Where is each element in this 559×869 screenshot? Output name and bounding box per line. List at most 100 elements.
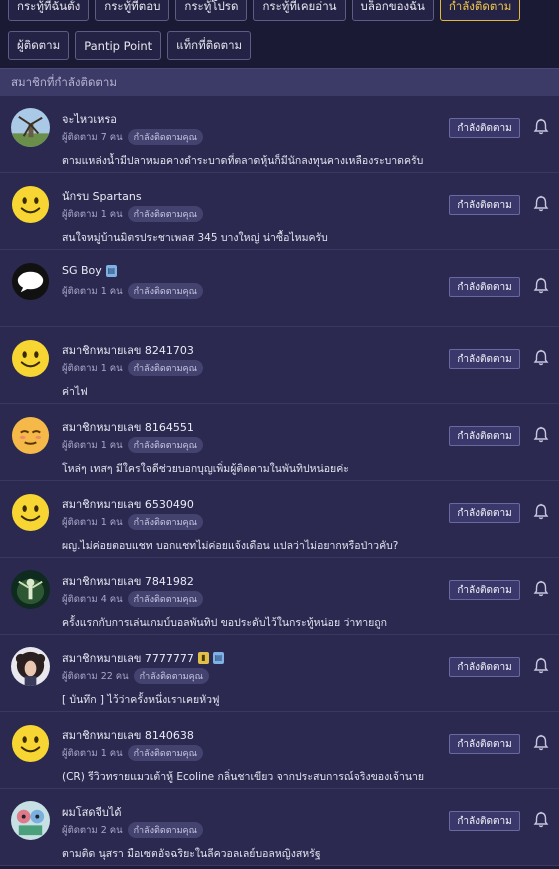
follows-you-badge: กำลังติดตามคุณ (127, 822, 203, 838)
avatar[interactable] (11, 724, 50, 763)
following-button[interactable]: กำลังติดตาม (449, 811, 520, 831)
avatar[interactable] (11, 493, 50, 532)
bell-icon[interactable] (533, 277, 549, 295)
member-name-line: นักรบ Spartans (62, 187, 142, 205)
top-tab-bar: กระทู้ที่ฉันตั้ง กระทู้ที่ตอบ กระทู้โปรด กร… (0, 0, 559, 68)
follows-you-badge: กำลังติดตามคุณ (127, 206, 203, 222)
member-name[interactable]: SG Boy (62, 264, 102, 277)
member-name-line: สมาชิกหมายเลข 6530490 (62, 495, 194, 513)
latest-topic-link[interactable]: ตามแหล่งน้ำมีปลาหมอคางดำระบาดที่ตลาดหุ้น… (62, 152, 423, 169)
follower-count: ผู้ติดตาม 1 คน (62, 516, 123, 528)
member-row[interactable]: สมาชิกหมายเลข 7777777 ▮ ▤ ผู้ติดตาม 22 คน กำ… (0, 635, 559, 712)
member-name[interactable]: สมาชิกหมายเลข 8164551 (62, 418, 194, 436)
latest-topic-link[interactable]: ผญ.ไม่ค่อยตอบแชท บอกแชทไม่ค่อยแจ้งเดือน … (62, 537, 398, 554)
bell-icon[interactable] (533, 734, 549, 752)
member-name[interactable]: สมาชิกหมายเลข 7777777 (62, 649, 194, 667)
member-meta: ผู้ติดตาม 4 คน กำลังติดตามคุณ (62, 591, 203, 607)
avatar[interactable] (11, 647, 50, 686)
bell-icon[interactable] (533, 195, 549, 213)
member-row[interactable]: SG Boy ▤ ผู้ติดตาม 1 คน กำลังติดตามคุณ กำลัง… (0, 250, 559, 327)
avatar[interactable] (11, 339, 50, 378)
following-button[interactable]: กำลังติดตาม (449, 503, 520, 523)
follower-count: ผู้ติดตาม 22 คน (62, 670, 129, 682)
avatar[interactable] (11, 108, 50, 147)
member-name[interactable]: จะไหวเหรอ (62, 110, 117, 128)
latest-topic-link[interactable]: โหล่ๆ เทสๆ มีใครใจดีช่วยบอกบุญเพิ่มผู้ติ… (62, 460, 349, 477)
member-meta: ผู้ติดตาม 1 คน กำลังติดตามคุณ (62, 745, 203, 761)
latest-topic-link[interactable]: ครั้งแรกกับการเล่นเกมบ์บอลพันทิป ขอประดั… (62, 614, 387, 631)
following-button[interactable]: กำลังติดตาม (449, 277, 520, 297)
following-button[interactable]: กำลังติดตาม (449, 580, 520, 600)
tab-row-primary: กระทู้ที่ฉันตั้ง กระทู้ที่ตอบ กระทู้โปรด กร… (8, 0, 521, 21)
member-meta: ผู้ติดตาม 22 คน กำลังติดตามคุณ (62, 668, 209, 684)
following-button[interactable]: กำลังติดตาม (449, 657, 520, 677)
follower-count: ผู้ติดตาม 1 คน (62, 439, 123, 451)
follows-you-badge: กำลังติดตามคุณ (127, 591, 203, 607)
member-name-line: สมาชิกหมายเลข 7841982 (62, 572, 194, 590)
following-button[interactable]: กำลังติดตาม (449, 195, 520, 215)
tab-3[interactable]: กระทู้โปรด (175, 0, 248, 21)
bell-icon[interactable] (533, 580, 549, 598)
avatar[interactable] (11, 570, 50, 609)
following-button[interactable]: กำลังติดตาม (449, 349, 520, 369)
avatar[interactable] (11, 185, 50, 224)
follows-you-badge: กำลังติดตามคุณ (133, 668, 209, 684)
avatar[interactable] (11, 416, 50, 455)
bell-icon[interactable] (533, 426, 549, 444)
tab-secondary-2[interactable]: Pantip Point (75, 31, 162, 60)
follower-count: ผู้ติดตาม 1 คน (62, 362, 123, 374)
member-name[interactable]: ผมโสดจีบได้ (62, 803, 122, 821)
latest-topic-link[interactable]: (CR) รีวิวทรายแมวเต้าหู้ Ecoline กลิ่นชา… (62, 768, 424, 785)
tab-6[interactable]: กำลังติดตาม (439, 0, 521, 21)
member-name-line: จะไหวเหรอ (62, 110, 117, 128)
member-name[interactable]: สมาชิกหมายเลข 7841982 (62, 572, 194, 590)
follower-count: ผู้ติดตาม 1 คน (62, 747, 123, 759)
follows-you-badge: กำลังติดตามคุณ (127, 360, 203, 376)
member-name[interactable]: สมาชิกหมายเลข 6530490 (62, 495, 194, 513)
tab-secondary-1[interactable]: ผู้ติดตาม (8, 31, 70, 60)
follows-you-badge: กำลังติดตามคุณ (127, 283, 203, 299)
avatar[interactable] (11, 262, 50, 301)
member-row[interactable]: ผมโสดจีบได้ผู้ติดตาม 2 คน กำลังติดตามคุณต… (0, 789, 559, 866)
bell-icon[interactable] (533, 349, 549, 367)
member-name[interactable]: นักรบ Spartans (62, 187, 142, 205)
following-button[interactable]: กำลังติดตาม (449, 426, 520, 446)
tab-5[interactable]: บล็อกของฉัน (351, 0, 434, 21)
follows-you-badge: กำลังติดตามคุณ (127, 437, 203, 453)
member-meta: ผู้ติดตาม 1 คน กำลังติดตามคุณ (62, 437, 203, 453)
member-row[interactable]: สมาชิกหมายเลข 6530490 ผู้ติดตาม 1 คน กำลัง… (0, 481, 559, 558)
follows-you-badge: กำลังติดตามคุณ (127, 745, 203, 761)
tab-4[interactable]: กระทู้ที่เคยอ่าน (253, 0, 346, 21)
bell-icon[interactable] (533, 811, 549, 829)
member-meta: ผู้ติดตาม 7 คน กำลังติดตามคุณ (62, 129, 203, 145)
member-row[interactable]: สมาชิกหมายเลข 8164551 ผู้ติดตาม 1 คน กำลัง… (0, 404, 559, 481)
member-meta: ผู้ติดตาม 2 คน กำลังติดตามคุณ (62, 822, 203, 838)
member-row[interactable]: สมาชิกหมายเลข 7841982 ผู้ติดตาม 4 คน กำลัง… (0, 558, 559, 635)
tab-1[interactable]: กระทู้ที่ฉันตั้ง (8, 0, 90, 21)
following-button[interactable]: กำลังติดตาม (449, 118, 520, 138)
follower-count: ผู้ติดตาม 4 คน (62, 593, 123, 605)
member-meta: ผู้ติดตาม 1 คน กำลังติดตามคุณ (62, 360, 203, 376)
member-name[interactable]: สมาชิกหมายเลข 8140638 (62, 726, 194, 744)
tab-secondary-3[interactable]: แท็กที่ติดตาม (167, 31, 252, 60)
member-row[interactable]: สมาชิกหมายเลข 8241703 ผู้ติดตาม 1 คน กำลัง… (0, 327, 559, 404)
member-name-line: สมาชิกหมายเลข 7777777 ▮ ▤ (62, 649, 224, 667)
follows-you-badge: กำลังติดตามคุณ (127, 514, 203, 530)
tab-2[interactable]: กระทู้ที่ตอบ (95, 0, 170, 21)
following-button[interactable]: กำลังติดตาม (449, 734, 520, 754)
latest-topic-link[interactable]: [ บันทึก ] ไว้ว่าครั้งหนึ่งเราเคยหัวฟู (62, 691, 219, 708)
avatar[interactable] (11, 801, 50, 840)
member-row[interactable]: นักรบ Spartans ผู้ติดตาม 1 คน กำลังติดตามค… (0, 173, 559, 250)
bell-icon[interactable] (533, 503, 549, 521)
following-list: จะไหวเหรอ ผู้ติดตาม 7 คน กำลังติดตามคุณ ตาม… (0, 96, 559, 866)
member-name[interactable]: สมาชิกหมายเลข 8241703 (62, 341, 194, 359)
latest-topic-link[interactable]: ตามติด นุสรา มือเซตอัจฉริยะในลีควอลเลย์บ… (62, 845, 321, 862)
follower-count: ผู้ติดตาม 7 คน (62, 131, 123, 143)
member-row[interactable]: จะไหวเหรอ ผู้ติดตาม 7 คน กำลังติดตามคุณตาม… (0, 96, 559, 173)
bell-icon[interactable] (533, 657, 549, 675)
latest-topic-link[interactable]: ค่าไฟ (62, 383, 88, 400)
member-row[interactable]: สมาชิกหมายเลข 8140638 ผู้ติดตาม 1 คน กำลัง… (0, 712, 559, 789)
latest-topic-link[interactable]: สนใจหมู่บ้านมิตรประชาเพลส 345 บางใหญ่ น่… (62, 229, 328, 246)
bell-icon[interactable] (533, 118, 549, 136)
follower-count: ผู้ติดตาม 2 คน (62, 824, 123, 836)
